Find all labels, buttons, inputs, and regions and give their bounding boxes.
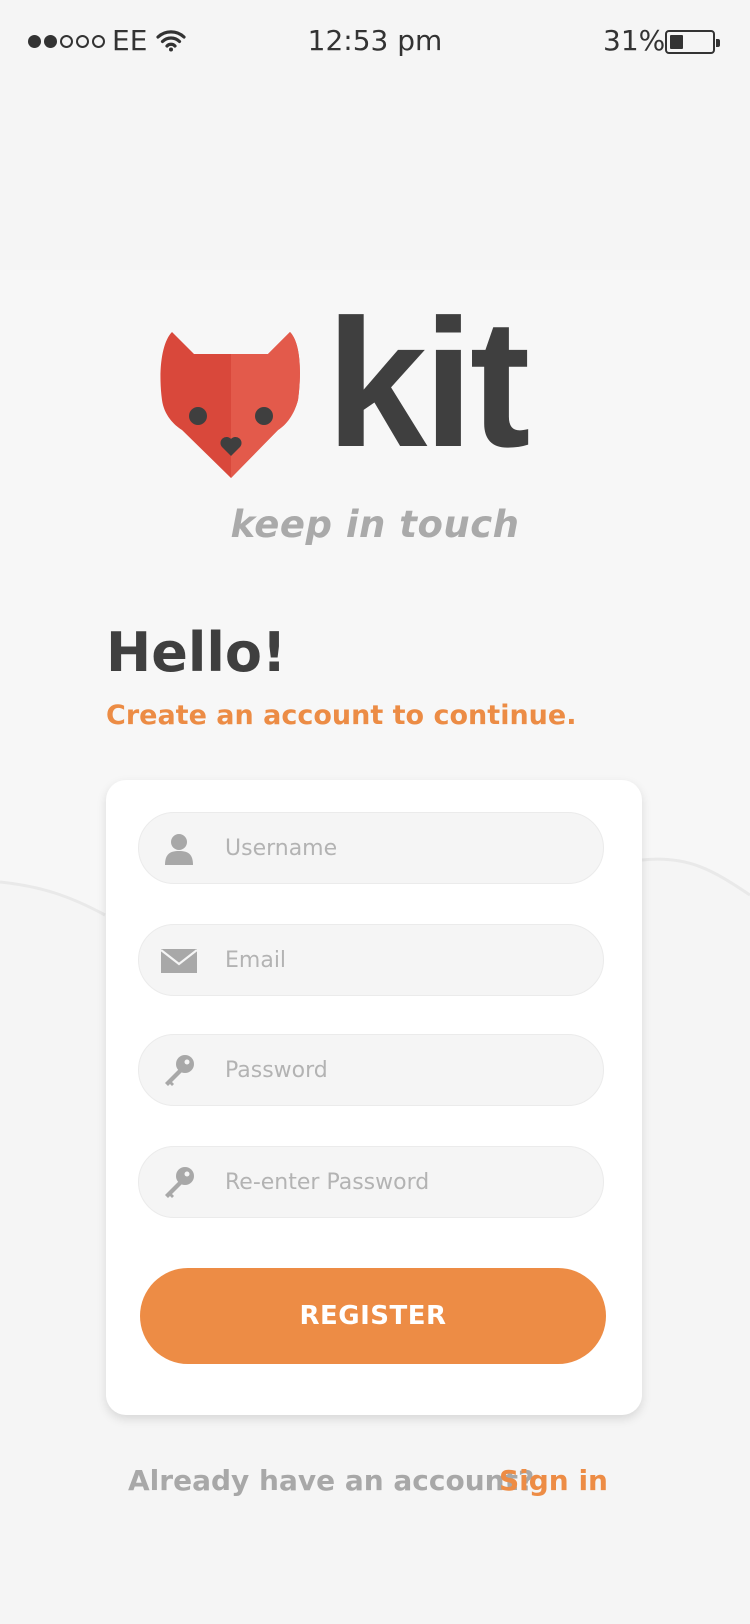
envelope-icon [161,949,197,973]
page-title: Hello! [106,621,287,684]
brand-wordmark: kit [326,281,530,485]
signin-prompt-text: Already have an account? [128,1464,535,1497]
page-subtitle: Create an account to continue. [106,700,577,731]
battery-icon [665,30,720,54]
register-card: REGISTER [106,780,642,1415]
key-icon [165,1167,194,1198]
confirm-password-input[interactable] [225,1147,585,1217]
status-bar: EE 12:53 pm 31% [0,0,750,86]
fox-icon [160,332,300,478]
password-input[interactable] [225,1035,585,1105]
username-input[interactable] [225,813,585,883]
user-icon [165,834,193,865]
email-field[interactable] [138,924,604,996]
username-field[interactable] [138,812,604,884]
signin-prompt: Already have an account? Sign in [128,1464,608,1504]
brand-tagline: keep in touch [230,503,520,546]
battery-percentage: 31% [603,24,666,57]
confirm-password-field[interactable] [138,1146,604,1218]
register-button[interactable]: REGISTER [140,1268,606,1364]
password-field[interactable] [138,1034,604,1106]
signin-link[interactable]: Sign in [499,1464,608,1497]
email-input[interactable] [225,925,585,995]
key-icon [165,1055,194,1086]
app-logo: kit [158,292,578,480]
